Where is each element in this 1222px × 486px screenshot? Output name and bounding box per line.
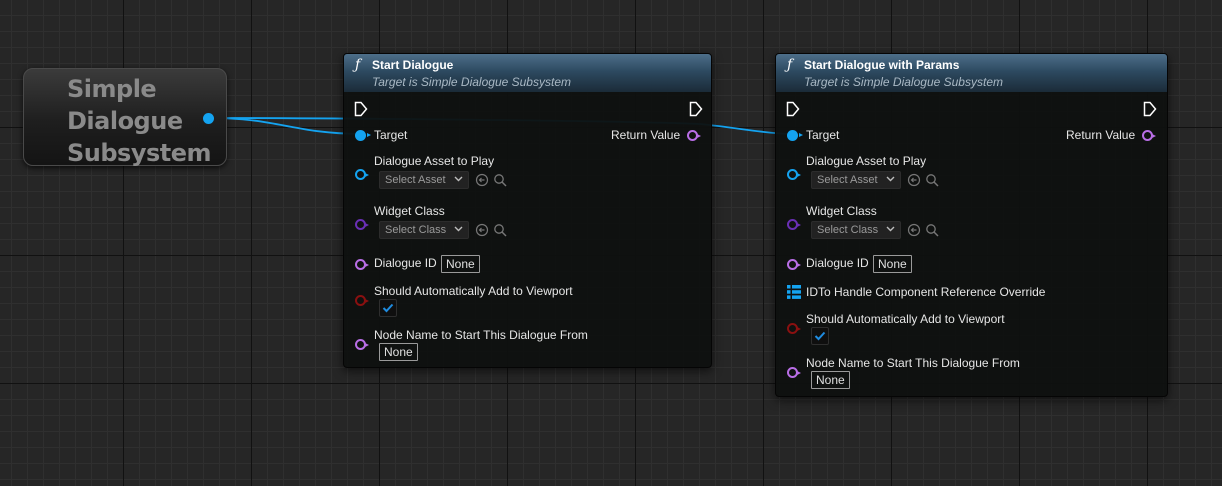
browse-class-icon[interactable] xyxy=(493,223,507,237)
target-pin[interactable] xyxy=(355,130,371,141)
dialogue-id-input[interactable]: None xyxy=(441,255,480,273)
chevron-down-icon xyxy=(886,226,895,232)
node-title: Start Dialogue with Params xyxy=(804,58,960,72)
widget-class-pin[interactable] xyxy=(355,219,369,230)
dialogue-asset-label: Dialogue Asset to Play xyxy=(806,154,927,168)
node-name-pin[interactable] xyxy=(355,339,369,350)
widget-class-dropdown[interactable]: Select Class xyxy=(379,221,469,239)
function-icon: ƒ xyxy=(355,57,361,73)
dialogue-id-pin[interactable] xyxy=(355,259,369,270)
node-subtitle: Target is Simple Dialogue Subsystem xyxy=(372,75,571,89)
node-name-label: Node Name to Start This Dialogue From xyxy=(374,328,588,342)
exec-out-pin[interactable] xyxy=(689,101,703,117)
chevron-down-icon xyxy=(886,176,895,182)
dialogue-asset-dropdown[interactable]: Select Asset xyxy=(811,171,901,189)
dialogue-asset-pin[interactable] xyxy=(787,169,801,180)
browse-asset-icon[interactable] xyxy=(925,173,939,187)
return-value-label: Return Value xyxy=(611,128,681,142)
target-pin[interactable] xyxy=(787,130,803,141)
variable-node-title: Simple Dialogue Subsystem xyxy=(67,75,212,167)
dialogue-asset-pin[interactable] xyxy=(355,169,369,180)
use-selected-asset-icon[interactable] xyxy=(475,173,489,187)
auto-add-checkbox[interactable] xyxy=(811,327,829,345)
node-header: ƒ Start Dialogue with Params Target is S… xyxy=(776,54,1167,92)
widget-class-pin[interactable] xyxy=(787,219,801,230)
return-value-label: Return Value xyxy=(1066,128,1136,142)
dialogue-id-label: Dialogue ID xyxy=(806,256,869,270)
start-dialogue-with-params-node[interactable]: ƒ Start Dialogue with Params Target is S… xyxy=(775,53,1168,397)
widget-class-label: Widget Class xyxy=(374,204,445,218)
node-name-input[interactable]: None xyxy=(811,371,850,389)
target-label: Target xyxy=(806,128,840,142)
node-header: ƒ Start Dialogue Target is Simple Dialog… xyxy=(344,54,711,92)
widget-class-value: Select Class xyxy=(385,224,447,236)
node-title: Start Dialogue xyxy=(372,58,454,72)
widget-class-dropdown[interactable]: Select Class xyxy=(811,221,901,239)
array-pin-icon[interactable] xyxy=(787,285,801,299)
browse-asset-icon[interactable] xyxy=(493,173,507,187)
exec-in-pin[interactable] xyxy=(786,101,800,117)
widget-class-label: Widget Class xyxy=(806,204,877,218)
start-dialogue-node[interactable]: ƒ Start Dialogue Target is Simple Dialog… xyxy=(343,53,712,368)
node-name-pin[interactable] xyxy=(787,367,801,378)
dialogue-asset-dropdown[interactable]: Select Asset xyxy=(379,171,469,189)
chevron-down-icon xyxy=(454,226,463,232)
return-value-pin[interactable] xyxy=(687,130,701,141)
node-subtitle: Target is Simple Dialogue Subsystem xyxy=(804,75,1003,89)
exec-in-pin[interactable] xyxy=(354,101,368,117)
browse-class-icon[interactable] xyxy=(925,223,939,237)
target-label: Target xyxy=(374,128,408,142)
node-name-input[interactable]: None xyxy=(379,343,418,361)
use-selected-asset-icon[interactable] xyxy=(907,173,921,187)
dialogue-asset-label: Dialogue Asset to Play xyxy=(374,154,495,168)
use-selected-class-icon[interactable] xyxy=(907,223,921,237)
dialogue-asset-value: Select Asset xyxy=(385,174,446,186)
node-name-label: Node Name to Start This Dialogue From xyxy=(806,356,1020,370)
auto-add-checkbox[interactable] xyxy=(379,299,397,317)
chevron-down-icon xyxy=(454,176,463,182)
function-icon: ƒ xyxy=(787,57,793,73)
subsystem-output-pin[interactable] xyxy=(203,113,214,124)
auto-add-pin[interactable] xyxy=(355,295,369,306)
dialogue-id-input[interactable]: None xyxy=(873,255,912,273)
dialogue-id-label: Dialogue ID xyxy=(374,256,437,270)
dialogue-asset-value: Select Asset xyxy=(817,174,878,186)
checkmark-icon xyxy=(814,331,826,341)
dialogue-id-pin[interactable] xyxy=(787,259,801,270)
checkmark-icon xyxy=(382,303,394,313)
auto-add-label: Should Automatically Add to Viewport xyxy=(806,312,1005,326)
use-selected-class-icon[interactable] xyxy=(475,223,489,237)
auto-add-label: Should Automatically Add to Viewport xyxy=(374,284,573,298)
subsystem-variable-node[interactable]: Simple Dialogue Subsystem xyxy=(23,68,227,167)
wire-subsystem-to-target-1 xyxy=(207,117,361,135)
id-handle-label: IDTo Handle Component Reference Override xyxy=(806,285,1046,299)
exec-out-pin[interactable] xyxy=(1143,101,1157,117)
return-value-pin[interactable] xyxy=(1142,130,1156,141)
widget-class-value: Select Class xyxy=(817,224,879,236)
auto-add-pin[interactable] xyxy=(787,323,801,334)
